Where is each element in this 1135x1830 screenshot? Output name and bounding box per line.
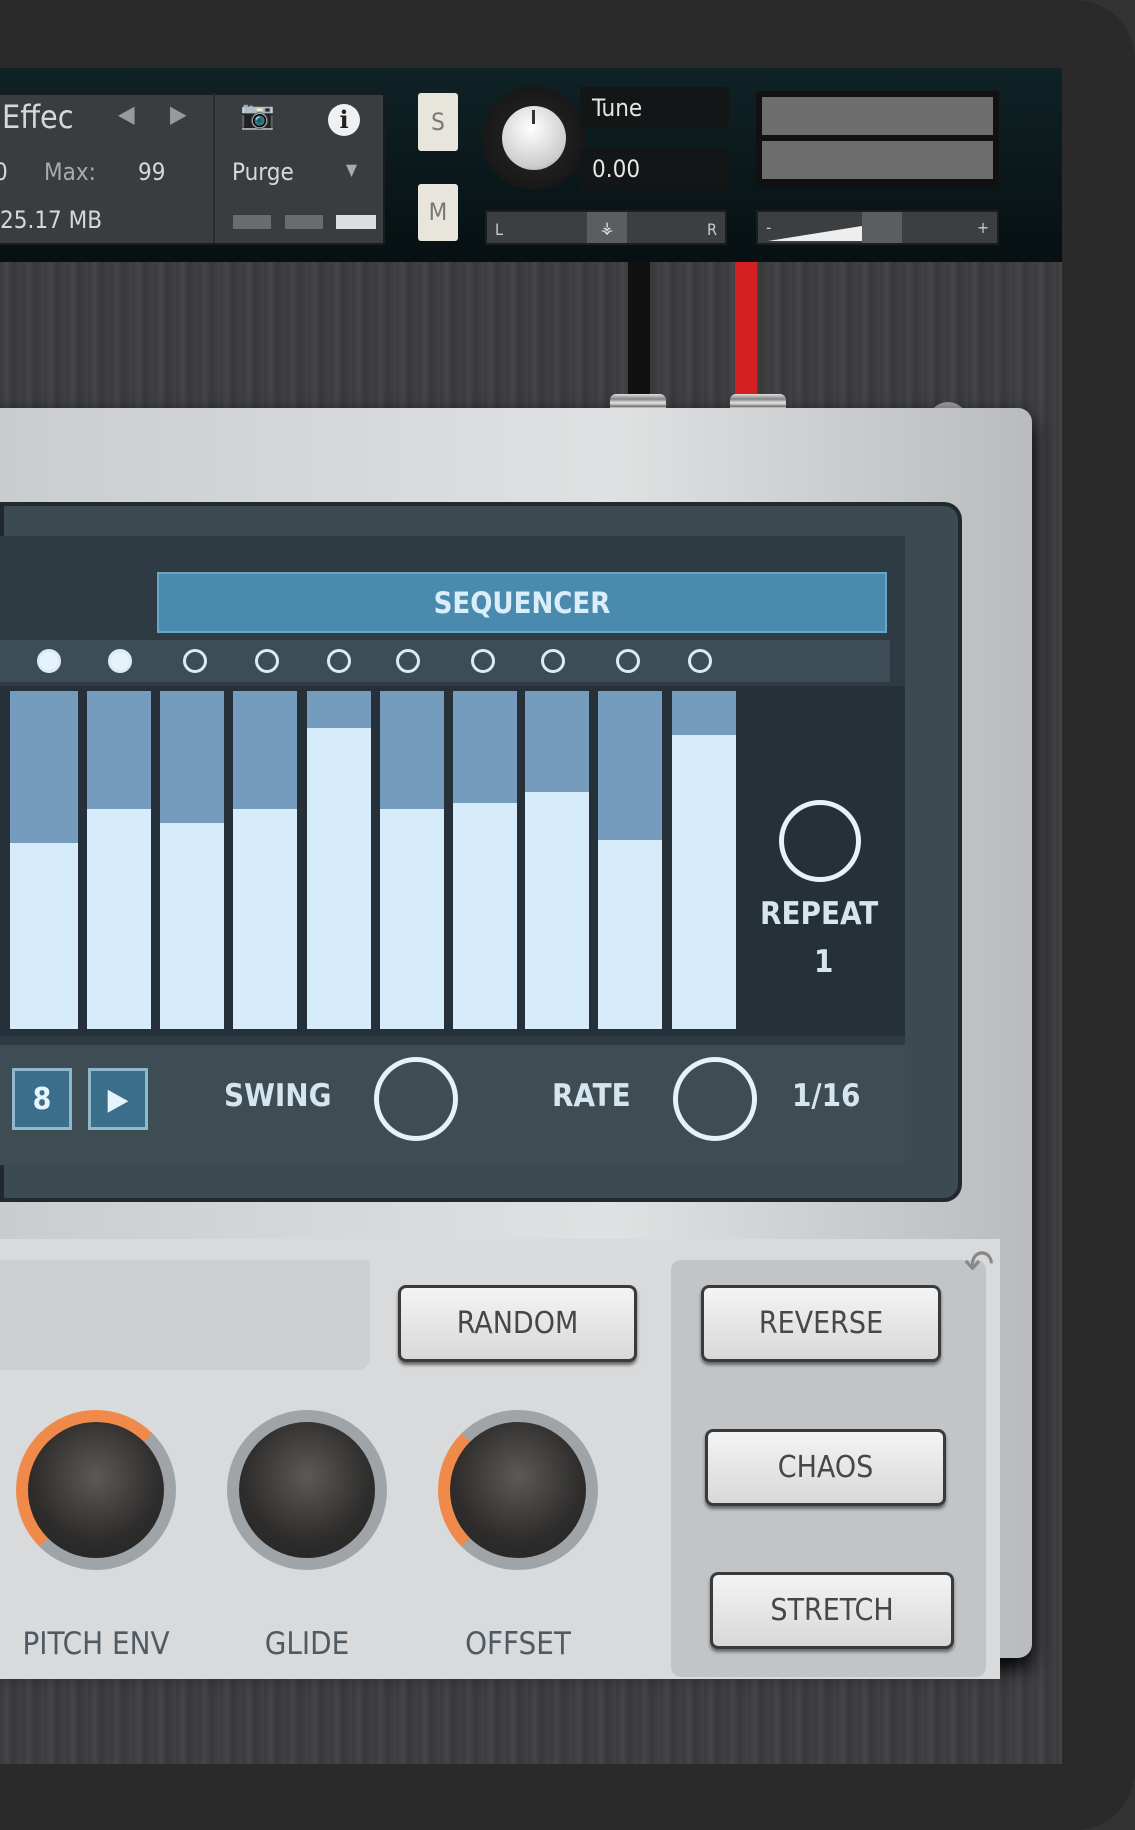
offset-label: OFFSET [465,1626,571,1662]
repeat-label: REPEAT [760,896,879,932]
step-dot[interactable] [108,649,132,673]
pitch-env-label: PITCH ENV [22,1626,170,1662]
pan-slider[interactable]: L R ⚶ [485,210,727,245]
step-dot[interactable] [183,649,207,673]
step-bar[interactable] [87,691,151,1029]
tune-value[interactable]: 0.00 [580,147,729,190]
rate-knob[interactable] [673,1057,757,1141]
step-bar[interactable] [598,691,662,1029]
output-indicator [336,215,376,229]
meter-right [762,141,993,179]
red-cable [735,262,757,412]
black-cable [628,262,650,412]
pan-right-label: R [707,220,717,239]
max-label: Max: [44,158,96,186]
swing-label: SWING [224,1078,332,1114]
voices-count: 0 [0,158,8,186]
prev-preset-icon[interactable]: ◀ [118,100,135,128]
step-dot[interactable] [255,649,279,673]
memory-usage: 25.17 MB [0,206,103,234]
glide-knob[interactable] [227,1410,387,1570]
instrument-name[interactable]: Effec [2,98,74,136]
step-bar[interactable] [672,691,736,1029]
tune-label: Tune [580,87,729,128]
purge-dropdown[interactable]: Purge [232,158,294,186]
pan-left-label: L [495,220,504,239]
meter-left [762,97,993,135]
volume-level [768,225,868,241]
step-dot[interactable] [396,649,420,673]
step-bar-fill [453,802,517,1029]
step-bar-fill [233,809,297,1029]
play-icon[interactable]: ▶ [88,1068,148,1130]
undo-icon[interactable]: ↶ [964,1242,994,1288]
volume-slider[interactable]: - + [756,210,999,245]
tab-sequencer[interactable]: SEQUENCER [157,572,887,633]
volume-handle[interactable] [862,212,902,243]
output-indicator [285,215,323,229]
step-bar-fill [672,734,736,1029]
reverse-button[interactable]: REVERSE [701,1285,941,1362]
rate-label: RATE [552,1078,631,1114]
swing-knob[interactable] [374,1057,458,1141]
pitch-env-knob[interactable] [16,1410,176,1570]
repeat-value: 1 [814,944,834,980]
glide-label: GLIDE [264,1626,350,1662]
steps-button[interactable]: 8 [12,1068,72,1130]
step-dot[interactable] [327,649,351,673]
step-bar[interactable] [307,691,371,1029]
step-bar-fill [525,792,589,1029]
step-bar[interactable] [525,691,589,1029]
pan-handle[interactable]: ⚶ [587,212,627,243]
step-bar-fill [87,809,151,1029]
step-bar-fill [160,822,224,1029]
step-bar-fill [380,809,444,1029]
level-meters [756,91,999,187]
step-dot[interactable] [616,649,640,673]
rate-value: 1/16 [792,1078,861,1114]
volume-plus: + [976,218,989,237]
solo-button[interactable]: S [418,93,458,151]
step-bar-fill [307,728,371,1029]
step-dot[interactable] [541,649,565,673]
divider [213,93,215,243]
step-bar-fill [598,839,662,1029]
stretch-button[interactable]: STRETCH [710,1572,954,1649]
step-dot[interactable] [37,649,61,673]
info-icon[interactable]: i [328,104,360,136]
offset-knob[interactable] [438,1410,598,1570]
random-button[interactable]: RANDOM [398,1285,637,1362]
step-bar[interactable] [233,691,297,1029]
tune-knob-cap [502,106,566,170]
repeat-knob[interactable] [779,800,861,882]
step-dot[interactable] [471,649,495,673]
max-voices-value[interactable]: 99 [138,158,165,186]
chaos-button[interactable]: CHAOS [705,1429,946,1506]
chevron-down-icon[interactable]: ▼ [346,160,357,179]
mute-button[interactable]: M [418,184,458,241]
tune-knob[interactable] [482,86,586,190]
step-bar[interactable] [380,691,444,1029]
step-bar-fill [10,843,78,1029]
step-bar[interactable] [160,691,224,1029]
step-bar[interactable] [453,691,517,1029]
step-indicator-row [0,640,890,682]
output-indicator [233,215,271,229]
step-bar[interactable] [10,691,78,1029]
panel-inset [0,1260,370,1370]
camera-icon[interactable]: 📷 [240,98,275,131]
instrument-header: Effec ◀ ▶ 📷 i 0 Max: 99 Purge ▼ 25.17 MB… [0,68,1062,262]
step-dot[interactable] [688,649,712,673]
next-preset-icon[interactable]: ▶ [170,100,187,128]
